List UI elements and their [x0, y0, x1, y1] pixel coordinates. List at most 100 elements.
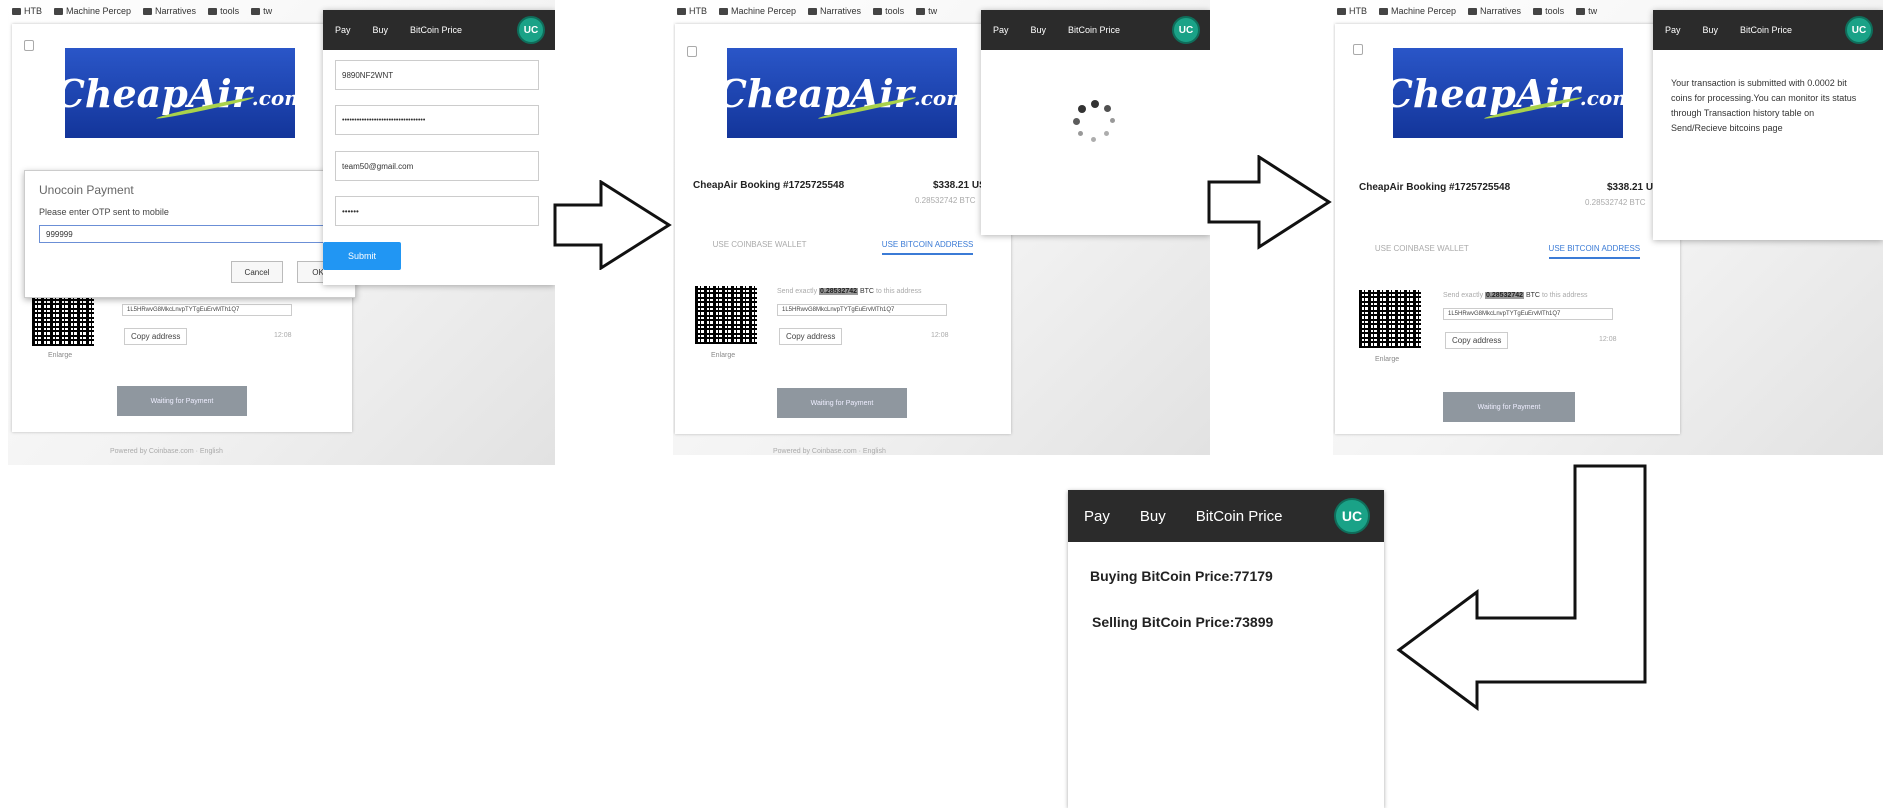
otp-dialog: Unocoin Payment × Please enter OTP sent …: [24, 170, 356, 298]
nav-pay[interactable]: Pay: [1665, 25, 1681, 35]
nav-buy[interactable]: Buy: [1703, 25, 1719, 35]
booking-title: CheapAir Booking #1725725548: [1359, 182, 1511, 193]
flow-arrow-down-left-icon: [1396, 464, 1647, 711]
password-input[interactable]: ••••••••••••••••••••••••••••••••••: [335, 105, 539, 135]
extension-popup-success: Pay Buy BitCoin Price UC Your transactio…: [1653, 10, 1883, 240]
buying-price: Buying BitCoin Price:77179: [1090, 568, 1273, 584]
nav-pay[interactable]: Pay: [993, 25, 1009, 35]
waiting-for-payment-button[interactable]: Waiting for Payment: [1443, 392, 1575, 422]
otp-input[interactable]: 999999: [39, 225, 339, 243]
nav-buy[interactable]: Buy: [373, 25, 389, 35]
lock-icon: [687, 46, 697, 57]
folder-icon: [1576, 7, 1586, 15]
otp-cancel-button[interactable]: Cancel: [231, 261, 283, 283]
bookmark-machine[interactable]: Machine Percep: [719, 6, 796, 16]
send-instruction: Send exactly 0.28532742 BTC to this addr…: [1443, 292, 1588, 299]
cheapair-logo: CheapAir .com: [717, 48, 967, 138]
folder-icon: [677, 7, 686, 15]
uc-logo: UC: [1334, 498, 1370, 534]
bookmark-narratives[interactable]: Narratives: [808, 6, 861, 16]
folder-icon: [873, 7, 883, 15]
nav-bitcoin-price[interactable]: BitCoin Price: [1068, 25, 1120, 35]
extension-nav: Pay Buy BitCoin Price UC: [323, 10, 555, 50]
countdown-timer: 12:08: [1599, 336, 1617, 343]
folder-icon: [1379, 7, 1388, 15]
pin-input[interactable]: ••••••: [335, 196, 539, 226]
bookmarks-bar: HTB Machine Percep Narratives tools tw: [673, 0, 937, 22]
tab-coinbase-wallet[interactable]: USE COINBASE WALLET: [713, 240, 807, 255]
bookmark-tw[interactable]: tw: [916, 6, 937, 16]
email-input[interactable]: team50@gmail.com: [335, 151, 539, 181]
nav-buy[interactable]: Buy: [1031, 25, 1047, 35]
qr-code[interactable]: [1359, 290, 1421, 348]
countdown-timer: 12:08: [931, 332, 949, 339]
address-field[interactable]: 1L5HRwvG8MkcLnvpTYTgEuErvMTh1Q7: [1443, 308, 1613, 320]
copy-address-button[interactable]: Copy address: [1445, 332, 1509, 349]
folder-icon: [916, 7, 926, 15]
powered-by: Powered by Coinbase.com · English: [773, 448, 886, 455]
send-instruction: Send exactly 0.28532742 BTC to this addr…: [777, 288, 922, 295]
folder-icon: [251, 7, 261, 15]
uc-logo: UC: [517, 16, 545, 44]
flow-arrow-right-icon: [553, 180, 672, 270]
qr-code[interactable]: [695, 286, 757, 344]
otp-dialog-title: Unocoin Payment: [39, 183, 134, 197]
submit-button[interactable]: Submit: [323, 242, 401, 270]
powered-by: Powered by Coinbase.com · English: [110, 448, 223, 455]
payment-card: CheapAir .com CheapAir Booking #172572554…: [675, 24, 1011, 434]
username-input[interactable]: 9890NF2WNT: [335, 60, 539, 90]
copy-address-button[interactable]: Copy address: [779, 328, 843, 345]
send-amount: 0.28532742: [1485, 292, 1525, 299]
enlarge-link[interactable]: Enlarge: [48, 352, 72, 359]
extension-nav: Pay Buy BitCoin Price UC: [1068, 490, 1384, 542]
address-field[interactable]: 1L5HRwvG8MkcLnvpTYTgEuErvMTh1Q7: [122, 304, 292, 316]
nav-buy[interactable]: Buy: [1140, 508, 1166, 525]
uc-logo: UC: [1172, 16, 1200, 44]
tab-bitcoin-address[interactable]: USE BITCOIN ADDRESS: [881, 240, 974, 255]
screenshot-step-1: HTB Machine Percep Narratives tools tw C…: [8, 0, 555, 465]
tab-coinbase-wallet[interactable]: USE COINBASE WALLET: [1375, 244, 1469, 259]
nav-pay[interactable]: Pay: [335, 25, 351, 35]
tab-bitcoin-address[interactable]: USE BITCOIN ADDRESS: [1548, 244, 1641, 259]
uc-logo: UC: [1845, 16, 1873, 44]
enlarge-link[interactable]: Enlarge: [1375, 356, 1399, 363]
bookmark-htb[interactable]: HTB: [12, 6, 42, 16]
waiting-for-payment-button[interactable]: Waiting for Payment: [117, 386, 247, 416]
bookmark-tw[interactable]: tw: [1576, 6, 1597, 16]
amount-btc: 0.28532742 BTC: [1585, 198, 1646, 207]
transaction-success-message: Your transaction is submitted with 0.000…: [1671, 78, 1857, 133]
bookmark-machine[interactable]: Machine Percep: [54, 6, 131, 16]
cheapair-logo: CheapAir .com: [55, 48, 305, 138]
copy-address-button[interactable]: Copy address: [124, 328, 188, 345]
extension-nav: Pay Buy BitCoin Price UC: [981, 10, 1210, 50]
nav-pay[interactable]: Pay: [1084, 508, 1110, 525]
bookmark-htb[interactable]: HTB: [677, 6, 707, 16]
folder-icon: [808, 7, 818, 15]
nav-bitcoin-price[interactable]: BitCoin Price: [410, 25, 462, 35]
waiting-for-payment-button[interactable]: Waiting for Payment: [777, 388, 907, 418]
folder-icon: [719, 7, 728, 15]
address-field[interactable]: 1L5HRwvG8MkcLnvpTYTgEuErvMTh1Q7: [777, 304, 947, 316]
enlarge-link[interactable]: Enlarge: [711, 352, 735, 359]
bookmark-machine[interactable]: Machine Percep: [1379, 6, 1456, 16]
bookmark-htb[interactable]: HTB: [1337, 6, 1367, 16]
cheapair-logo: CheapAir .com: [1383, 48, 1633, 138]
nav-bitcoin-price[interactable]: BitCoin Price: [1196, 508, 1283, 525]
bookmark-tw[interactable]: tw: [251, 6, 272, 16]
bookmark-tools[interactable]: tools: [1533, 6, 1564, 16]
bookmark-narratives[interactable]: Narratives: [1468, 6, 1521, 16]
countdown-timer: 12:08: [274, 332, 292, 339]
folder-icon: [208, 7, 218, 15]
folder-icon: [143, 7, 153, 15]
bookmark-tools[interactable]: tools: [873, 6, 904, 16]
qr-code[interactable]: [32, 296, 94, 346]
payment-card: CheapAir .com CheapAir Booking #172572554…: [1335, 24, 1680, 434]
lock-icon: [1353, 44, 1363, 55]
payment-tabs: USE COINBASE WALLET USE BITCOIN ADDRESS: [675, 240, 1011, 255]
bookmark-narratives[interactable]: Narratives: [143, 6, 196, 16]
bookmark-tools[interactable]: tools: [208, 6, 239, 16]
bookmarks-bar: HTB Machine Percep Narratives tools tw: [8, 0, 272, 22]
nav-bitcoin-price[interactable]: BitCoin Price: [1740, 25, 1792, 35]
bookmarks-bar: HTB Machine Percep Narratives tools tw: [1333, 0, 1597, 22]
booking-row: CheapAir Booking #1725725548 $338.21 USD: [693, 180, 993, 191]
